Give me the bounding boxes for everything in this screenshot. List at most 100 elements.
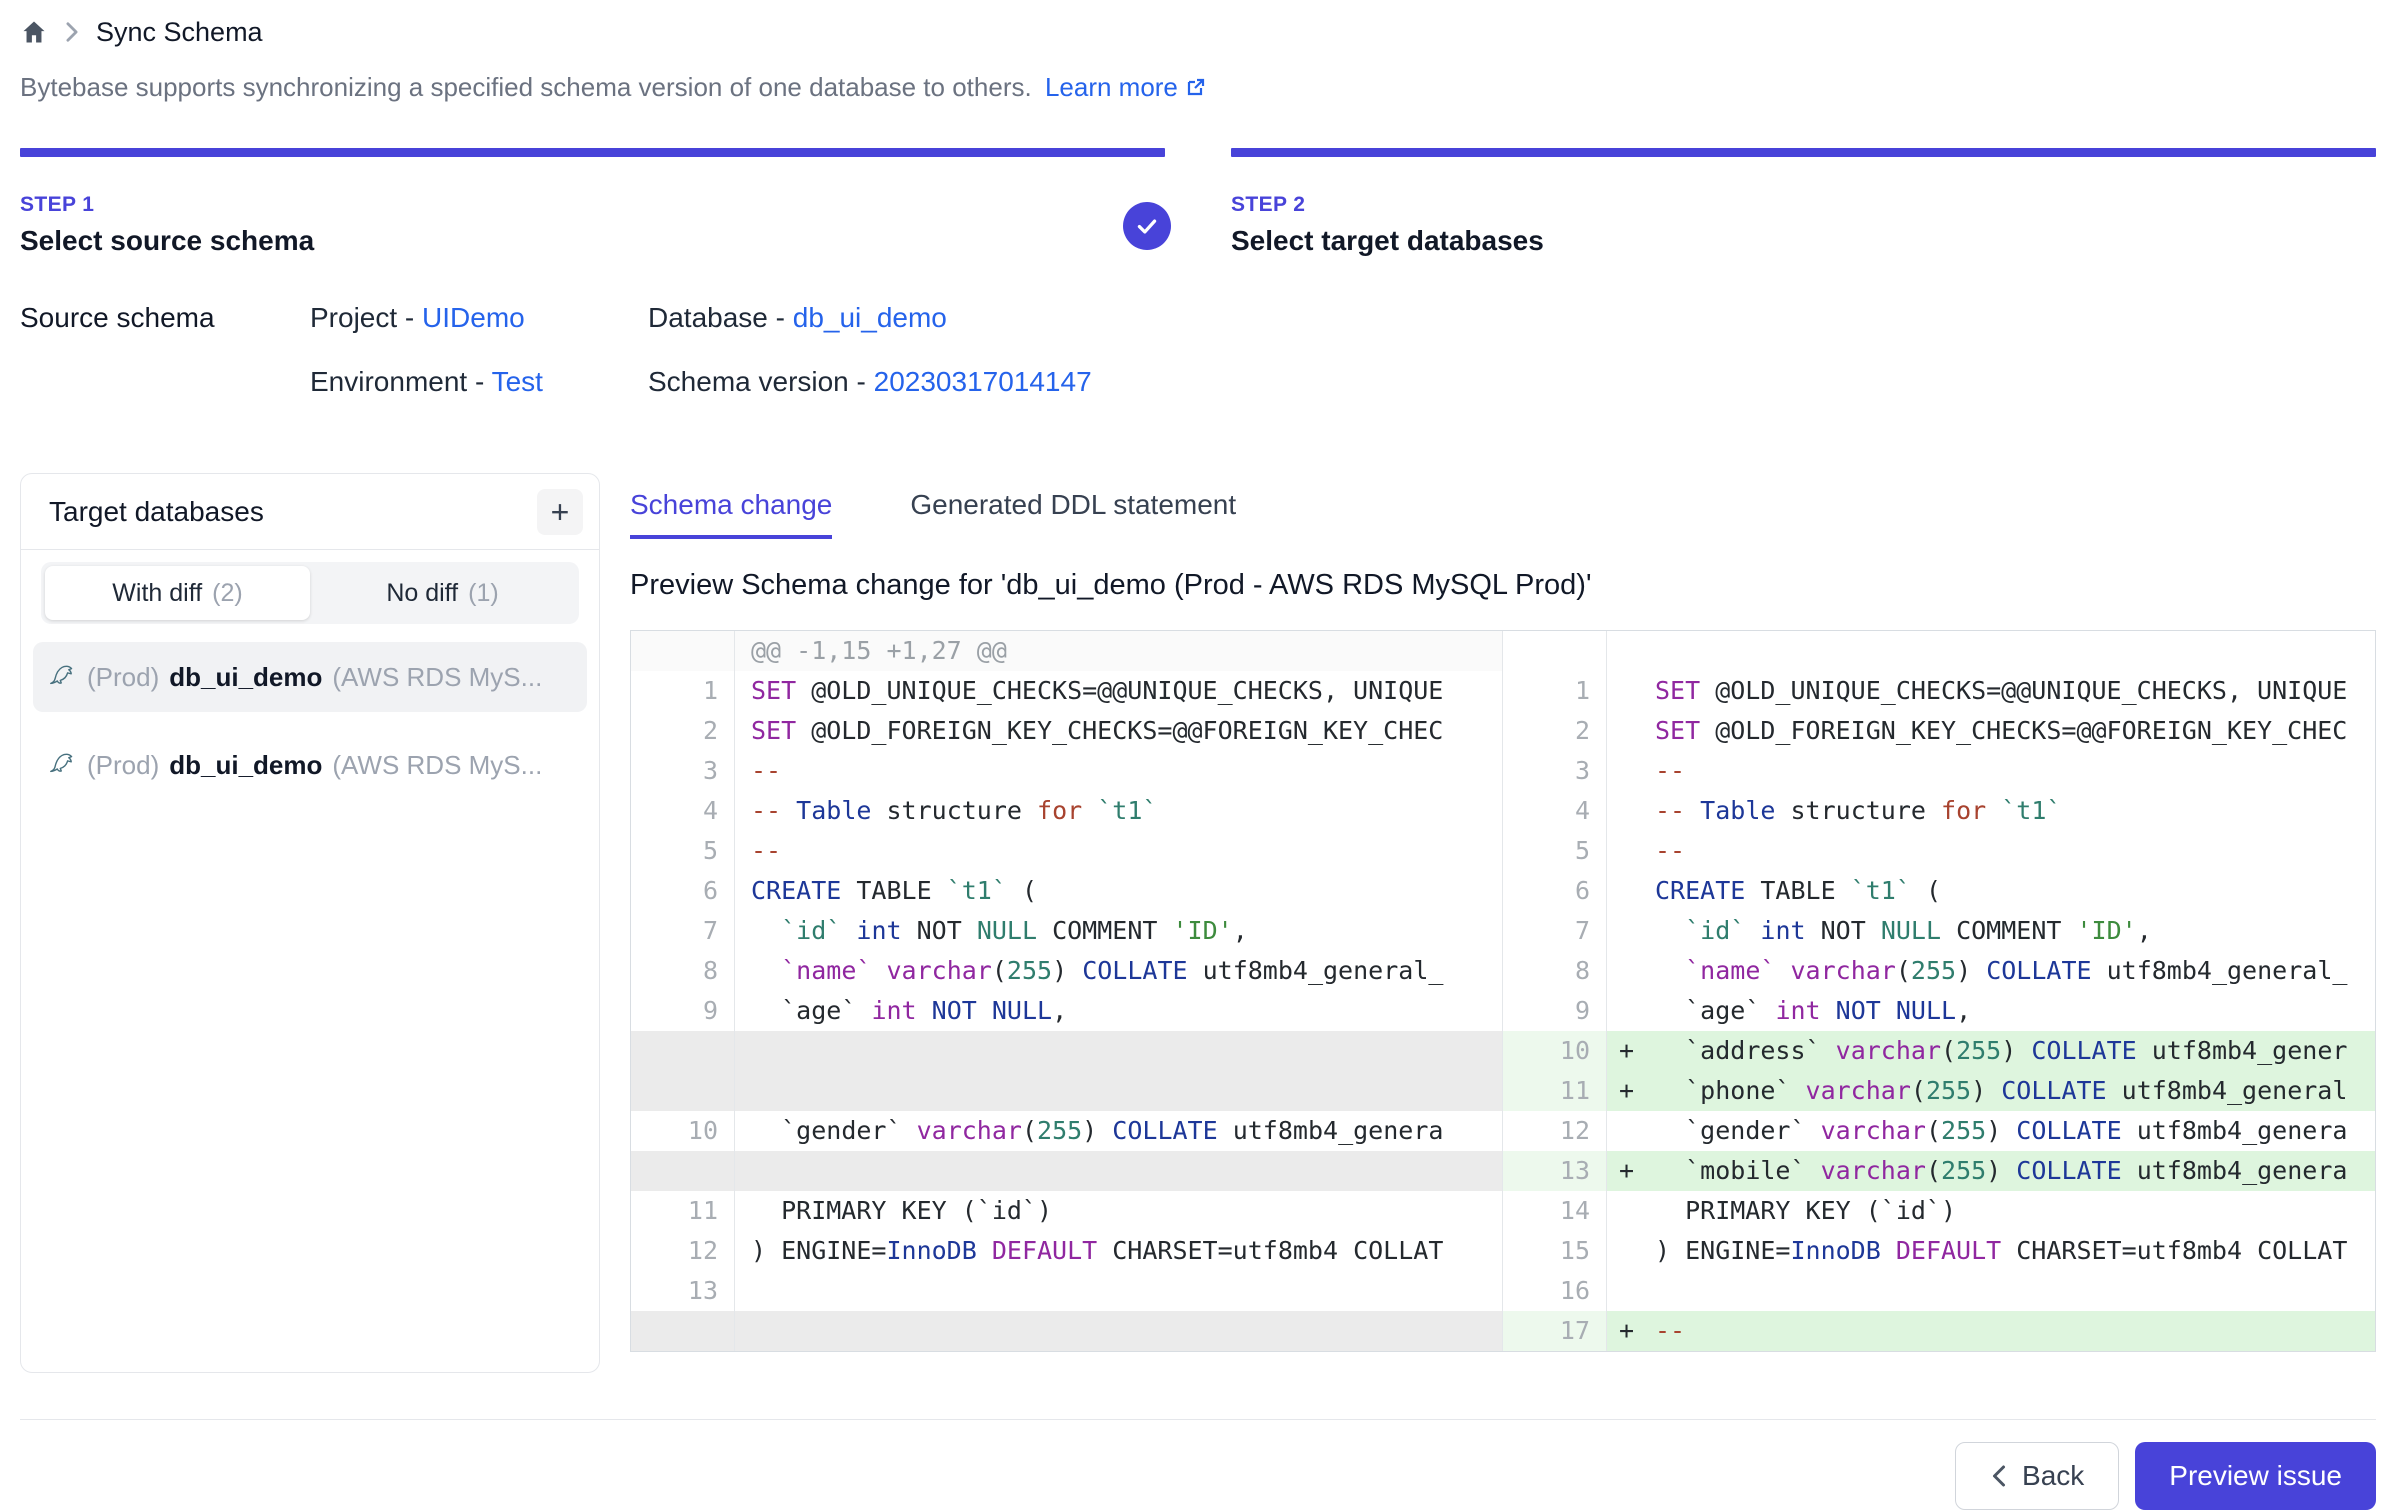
line-number xyxy=(1503,631,1607,671)
line-number: 8 xyxy=(1503,951,1607,991)
diff-marker xyxy=(1607,871,1653,911)
line-number: 11 xyxy=(1503,1071,1607,1111)
code-line: PRIMARY KEY (`id`) xyxy=(735,1191,1502,1231)
code-line: `mobile` varchar(255) COLLATE utf8mb4_ge… xyxy=(1653,1151,2375,1191)
code-line: ) ENGINE=InnoDB DEFAULT CHARSET=utf8mb4 … xyxy=(1653,1231,2375,1271)
breadcrumb: Sync Schema xyxy=(20,0,2376,48)
preview-issue-button[interactable]: Preview issue xyxy=(2135,1442,2376,1510)
step-2-title: Select target databases xyxy=(1231,225,2376,257)
source-schema-summary: Source schema Project - UIDemo Environme… xyxy=(20,301,2376,429)
line-number xyxy=(631,1071,735,1111)
intro-description: Bytebase supports synchronizing a specif… xyxy=(20,72,1032,102)
line-number xyxy=(631,1311,735,1351)
target-databases-header: Target databases + xyxy=(21,474,599,550)
target-database-item-1[interactable]: (Prod) db_ui_demo (AWS RDS MyS... xyxy=(33,642,587,712)
project-link[interactable]: UIDemo xyxy=(422,302,525,333)
line-number: 17 xyxy=(1503,1311,1607,1351)
diff-line: 3-- xyxy=(1503,751,2375,791)
home-icon[interactable] xyxy=(20,18,48,46)
diff-line: 11 PRIMARY KEY (`id`) xyxy=(631,1191,1502,1231)
tab-schema-change[interactable]: Schema change xyxy=(630,489,832,539)
code-line: -- Table structure for `t1` xyxy=(735,791,1502,831)
target-databases-panel: Target databases + With diff (2) No diff… xyxy=(20,473,600,1373)
diff-marker xyxy=(1607,631,1653,671)
code-line: @@ -1,15 +1,27 @@ xyxy=(735,631,1502,671)
code-line: SET @OLD_UNIQUE_CHECKS=@@UNIQUE_CHECKS, … xyxy=(1653,671,2375,711)
line-number: 7 xyxy=(1503,911,1607,951)
code-line: -- xyxy=(1653,831,2375,871)
code-line: `age` int NOT NULL, xyxy=(1653,991,2375,1031)
hunk-header-row: @@ -1,15 +1,27 @@ xyxy=(631,631,1502,671)
add-target-database-button[interactable]: + xyxy=(537,489,583,535)
with-diff-count: (2) xyxy=(212,579,243,608)
step-2: STEP 2 Select target databases xyxy=(1231,148,2376,257)
code-line: -- xyxy=(735,751,1502,791)
diff-line xyxy=(631,1031,1502,1071)
diff-line: 4-- Table structure for `t1` xyxy=(1503,791,2375,831)
line-number: 11 xyxy=(631,1191,735,1231)
learn-more-link[interactable]: Learn more xyxy=(1045,72,1208,102)
code-line: SET @OLD_FOREIGN_KEY_CHECKS=@@FOREIGN_KE… xyxy=(735,711,1502,751)
code-line: SET @OLD_FOREIGN_KEY_CHECKS=@@FOREIGN_KE… xyxy=(1653,711,2375,751)
diff-line: 1SET @OLD_UNIQUE_CHECKS=@@UNIQUE_CHECKS,… xyxy=(631,671,1502,711)
db-name: db_ui_demo xyxy=(169,750,322,781)
diff-marker xyxy=(1607,951,1653,991)
target-databases-title: Target databases xyxy=(49,496,264,528)
db-environment: (Prod) xyxy=(87,750,159,781)
diff-line: 12 `gender` varchar(255) COLLATE utf8mb4… xyxy=(1503,1111,2375,1151)
line-number: 5 xyxy=(1503,831,1607,871)
diff-line: 16 xyxy=(1503,1271,2375,1311)
line-number: 3 xyxy=(631,751,735,791)
line-number: 1 xyxy=(631,671,735,711)
tab-generated-ddl[interactable]: Generated DDL statement xyxy=(910,489,1236,539)
target-database-item-2[interactable]: (Prod) db_ui_demo (AWS RDS MyS... xyxy=(33,730,587,800)
line-number: 2 xyxy=(631,711,735,751)
line-number: 1 xyxy=(1503,671,1607,711)
plus-icon: + xyxy=(551,496,570,528)
diff-marker xyxy=(1607,711,1653,751)
step-2-progress-bar xyxy=(1231,148,2376,157)
line-number: 14 xyxy=(1503,1191,1607,1231)
mysql-icon xyxy=(47,659,77,696)
code-line: -- xyxy=(735,831,1502,871)
preview-title: Preview Schema change for 'db_ui_demo (P… xyxy=(630,569,2376,602)
diff-line: 6CREATE TABLE `t1` ( xyxy=(1503,871,2375,911)
diff-pane-right: 1 SET @OLD_UNIQUE_CHECKS=@@UNIQUE_CHECKS,… xyxy=(1503,631,2375,1351)
diff-marker xyxy=(1607,1111,1653,1151)
environment-link[interactable]: Test xyxy=(492,366,543,397)
back-button[interactable]: Back xyxy=(1955,1442,2119,1510)
line-number: 9 xyxy=(1503,991,1607,1031)
diff-marker: + xyxy=(1607,1151,1653,1191)
schema-version-link[interactable]: 20230317014147 xyxy=(874,366,1092,397)
diff-marker: + xyxy=(1607,1311,1653,1351)
database-field-label: Database - xyxy=(648,302,793,333)
code-line: `gender` varchar(255) COLLATE utf8mb4_ge… xyxy=(1653,1111,2375,1151)
db-instance-suffix: (AWS RDS MyS... xyxy=(332,662,542,693)
database-link[interactable]: db_ui_demo xyxy=(793,302,947,333)
tab-with-diff[interactable]: With diff (2) xyxy=(45,566,310,620)
code-line xyxy=(1653,631,2375,671)
no-diff-count: (1) xyxy=(468,579,499,608)
code-line: `id` int NOT NULL COMMENT 'ID', xyxy=(735,911,1502,951)
source-col-project-env: Project - UIDemo Environment - Test xyxy=(310,301,648,429)
step-1-title: Select source schema xyxy=(20,225,1165,257)
line-number xyxy=(631,631,735,671)
diff-line: 6CREATE TABLE `t1` ( xyxy=(631,871,1502,911)
schema-preview-section: Schema change Generated DDL statement Pr… xyxy=(630,473,2376,1352)
tab-no-diff[interactable]: No diff (1) xyxy=(310,566,575,620)
chevron-left-icon xyxy=(1990,1464,2008,1488)
code-line: -- xyxy=(1653,1311,2375,1351)
step-1-check-icon xyxy=(1123,202,1171,250)
code-line: CREATE TABLE `t1` ( xyxy=(1653,871,2375,911)
code-line: -- xyxy=(1653,751,2375,791)
diff-line: 8 `name` varchar(255) COLLATE utf8mb4_ge… xyxy=(1503,951,2375,991)
diff-line: 15) ENGINE=InnoDB DEFAULT CHARSET=utf8mb… xyxy=(1503,1231,2375,1271)
code-line: `name` varchar(255) COLLATE utf8mb4_gene… xyxy=(1653,951,2375,991)
diff-line: 9 `age` int NOT NULL, xyxy=(631,991,1502,1031)
code-line: `gender` varchar(255) COLLATE utf8mb4_ge… xyxy=(735,1111,1502,1151)
code-line: PRIMARY KEY (`id`) xyxy=(1653,1191,2375,1231)
diff-marker: + xyxy=(1607,1031,1653,1071)
line-number: 8 xyxy=(631,951,735,991)
diff-marker: + xyxy=(1607,1071,1653,1111)
code-line: `name` varchar(255) COLLATE utf8mb4_gene… xyxy=(735,951,1502,991)
